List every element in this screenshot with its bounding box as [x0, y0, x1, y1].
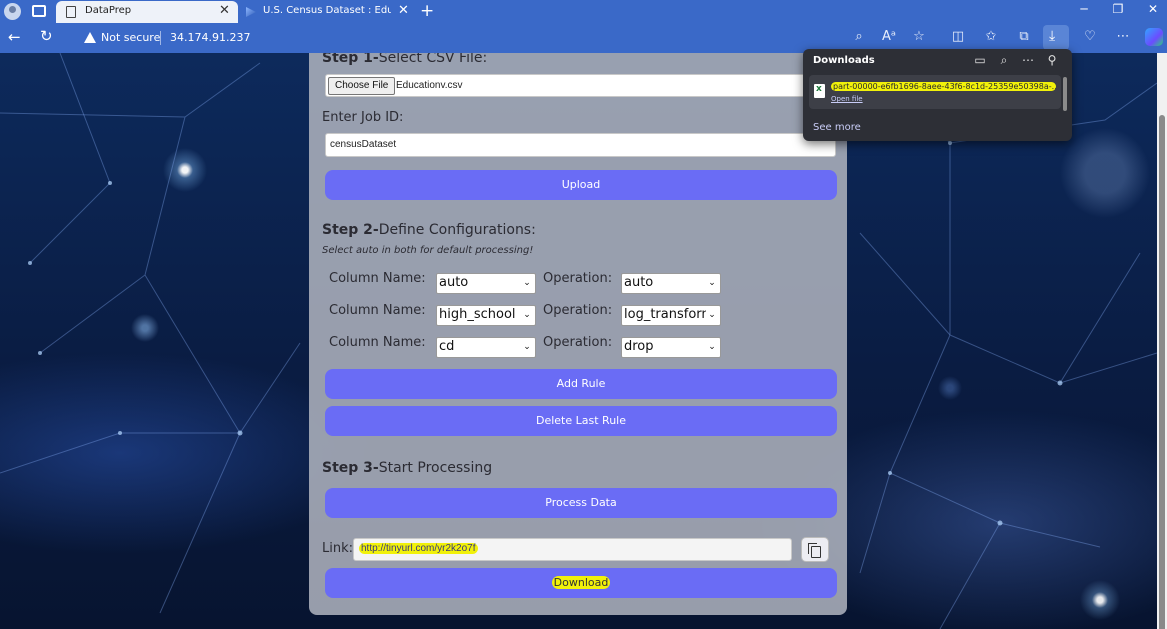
favorite-star-icon[interactable]: ☆	[910, 29, 928, 44]
operation-label: Operation:	[543, 303, 613, 318]
dataprep-form-card: Step 1-Select CSV File: Choose File Educ…	[309, 53, 847, 615]
job-id-label: Enter Job ID:	[322, 110, 404, 125]
tab-title: DataPrep	[85, 5, 132, 16]
tab-dataprep[interactable]: DataPrep ✕	[56, 1, 238, 23]
column-select[interactable]: cd ⌄	[436, 337, 536, 358]
download-item[interactable]: part-00000-e6fb1696-8aee-43f6-8c1d-25359…	[809, 75, 1061, 109]
split-screen-icon[interactable]: ◫	[949, 29, 967, 44]
reload-icon[interactable]: ↻	[40, 27, 53, 45]
link-field[interactable]: http://tinyurl.com/yr2k2o7f	[353, 538, 792, 561]
operation-select[interactable]: drop ⌄	[621, 337, 721, 358]
chevron-down-icon: ⌄	[706, 338, 718, 357]
chevron-down-icon: ⌄	[706, 306, 718, 325]
tab-census-dataset[interactable]: U.S. Census Dataset : Education, ✕	[244, 1, 414, 23]
warning-icon	[84, 32, 96, 43]
delete-last-rule-button[interactable]: Delete Last Rule	[325, 406, 837, 436]
zoom-icon[interactable]: ⌕	[850, 29, 868, 44]
choose-file-button[interactable]: Choose File	[328, 77, 396, 95]
upload-button[interactable]: Upload	[325, 170, 837, 200]
window-close-icon[interactable]: ✕	[1143, 2, 1163, 16]
browser-essentials-icon[interactable]: ♡	[1081, 29, 1099, 44]
page-scrollbar[interactable]	[1157, 53, 1167, 629]
more-menu-icon[interactable]: ⋯	[1114, 29, 1132, 44]
open-file-link[interactable]: Open file	[831, 95, 863, 103]
page-icon	[66, 6, 76, 18]
divider	[160, 31, 161, 45]
add-rule-button[interactable]: Add Rule	[325, 369, 837, 399]
security-label[interactable]: Not secure	[101, 31, 160, 44]
download-button[interactable]: Download	[325, 568, 837, 598]
job-id-value: censusDataset	[330, 139, 397, 150]
excel-file-icon	[814, 84, 825, 98]
operation-select[interactable]: log_transform ⌄	[621, 305, 721, 326]
link-value[interactable]: http://tinyurl.com/yr2k2o7f	[359, 543, 478, 554]
column-name-label: Column Name:	[329, 303, 426, 318]
download-icon: ⤓	[1049, 28, 1056, 44]
column-name-label: Column Name:	[329, 271, 426, 286]
csv-file-input[interactable]: Choose File Educationv.csv	[325, 74, 835, 97]
profile-icon[interactable]	[4, 3, 21, 20]
default-processing-note: Select auto in both for default processi…	[322, 245, 534, 256]
collections-icon[interactable]: ⧉	[1015, 29, 1033, 44]
step1-heading: Step 1-Select CSV File:	[322, 53, 488, 66]
chevron-down-icon: ⌄	[521, 274, 533, 293]
step3-heading: Step 3-Start Processing	[322, 460, 493, 476]
step2-heading: Step 2-Define Configurations:	[322, 222, 536, 238]
search-icon[interactable]: ⌕	[996, 53, 1012, 68]
back-arrow-icon[interactable]: ←	[8, 28, 21, 46]
pin-icon[interactable]: ⚲	[1044, 53, 1060, 67]
downloads-title: Downloads	[813, 55, 875, 66]
download-button-label: Download	[551, 576, 611, 589]
site-icon	[246, 7, 256, 17]
tab-title: U.S. Census Dataset : Education,	[263, 5, 391, 16]
rule-row: Column Name: auto ⌄ Operation: auto ⌄	[329, 271, 729, 294]
url-text[interactable]: 34.174.91.237	[170, 31, 250, 44]
operation-select[interactable]: auto ⌄	[621, 273, 721, 294]
scrollbar-thumb[interactable]	[1159, 115, 1165, 629]
process-data-button[interactable]: Process Data	[325, 488, 837, 518]
copy-icon[interactable]	[801, 537, 829, 562]
download-file-name[interactable]: part-00000-e6fb1696-8aee-43f6-8c1d-25359…	[831, 82, 1056, 91]
operation-label: Operation:	[543, 271, 613, 286]
rule-row: Column Name: high_school ⌄ Operation: log…	[329, 303, 729, 326]
rule-row: Column Name: cd ⌄ Operation: drop ⌄	[329, 335, 729, 358]
folder-icon[interactable]: ▭	[972, 53, 988, 67]
new-tab-icon[interactable]: +	[420, 1, 434, 21]
close-icon[interactable]: ✕	[219, 3, 230, 18]
chevron-down-icon: ⌄	[706, 274, 718, 293]
link-label: Link:	[322, 541, 354, 556]
operation-label: Operation:	[543, 335, 613, 350]
column-select[interactable]: auto ⌄	[436, 273, 536, 294]
column-select[interactable]: high_school ⌄	[436, 305, 536, 326]
minimize-icon[interactable]: ─	[1074, 2, 1094, 16]
see-more-link[interactable]: See more	[813, 122, 861, 133]
flyout-scrollbar[interactable]	[1063, 77, 1067, 111]
close-icon[interactable]: ✕	[398, 3, 409, 18]
more-options-icon[interactable]: ⋯	[1020, 53, 1036, 67]
column-name-label: Column Name:	[329, 335, 426, 350]
chevron-down-icon: ⌄	[521, 338, 533, 357]
title-bar: DataPrep ✕ U.S. Census Dataset : Educati…	[0, 0, 1167, 23]
restore-icon[interactable]: ❐	[1108, 2, 1128, 16]
downloads-button[interactable]: ⤓	[1043, 25, 1069, 50]
copilot-icon[interactable]	[1145, 28, 1163, 46]
tab-actions-icon[interactable]	[32, 5, 46, 17]
downloads-flyout: Downloads ▭ ⌕ ⋯ ⚲ part-00000-e6fb1696-8a…	[803, 49, 1072, 141]
job-id-input[interactable]: censusDataset	[325, 133, 836, 157]
selected-file-name: Educationv.csv	[396, 80, 463, 91]
favorites-icon[interactable]: ✩	[982, 29, 1000, 44]
read-aloud-icon[interactable]: Aᵃ	[880, 29, 898, 44]
address-bar[interactable]: Not secure 34.174.91.237	[72, 26, 794, 50]
chevron-down-icon: ⌄	[521, 306, 533, 325]
